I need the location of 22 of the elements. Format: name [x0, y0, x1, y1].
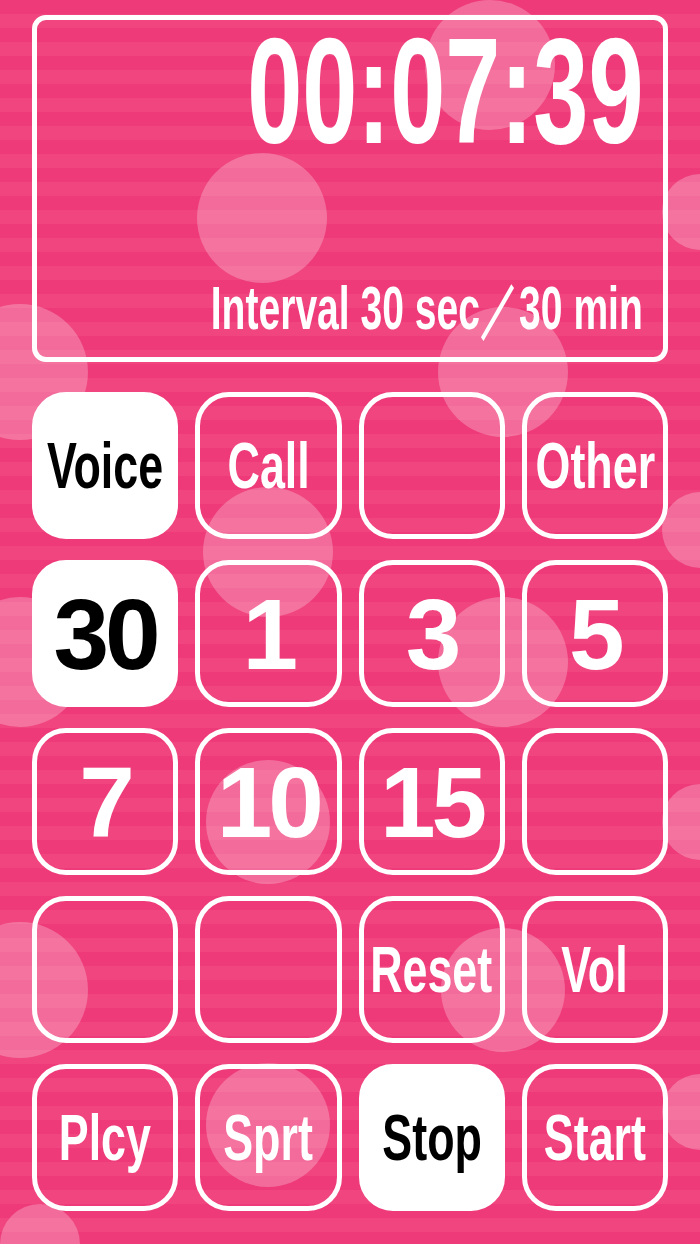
minutes-button[interactable]: 1	[195, 560, 342, 707]
minutes-button[interactable]: 5	[521, 560, 668, 707]
minutes-button[interactable]: 30	[32, 560, 179, 707]
blank-button[interactable]	[32, 896, 179, 1043]
option-button[interactable]: Voice	[32, 392, 179, 539]
elapsed-time: 00:07:39	[246, 26, 643, 156]
minutes-button[interactable]: 3	[358, 560, 505, 707]
option-button[interactable]: Call	[195, 392, 342, 539]
blank-button[interactable]	[195, 896, 342, 1043]
option-button[interactable]: Other	[521, 392, 668, 539]
interval-label: Interval 30 sec／30 min	[210, 273, 643, 343]
option-button[interactable]: Stop	[358, 1064, 505, 1211]
blank-button[interactable]	[521, 728, 668, 875]
option-button[interactable]: Sprt	[195, 1064, 342, 1211]
option-button[interactable]: Start	[521, 1064, 668, 1211]
minutes-button[interactable]: 7	[32, 728, 179, 875]
blank-button[interactable]	[358, 392, 505, 539]
option-button[interactable]: Vol	[521, 896, 668, 1043]
option-button[interactable]: Plcy	[32, 1064, 179, 1211]
minutes-button[interactable]: 15	[358, 728, 505, 875]
minutes-button[interactable]: 10	[195, 728, 342, 875]
option-button[interactable]: Reset	[358, 896, 505, 1043]
